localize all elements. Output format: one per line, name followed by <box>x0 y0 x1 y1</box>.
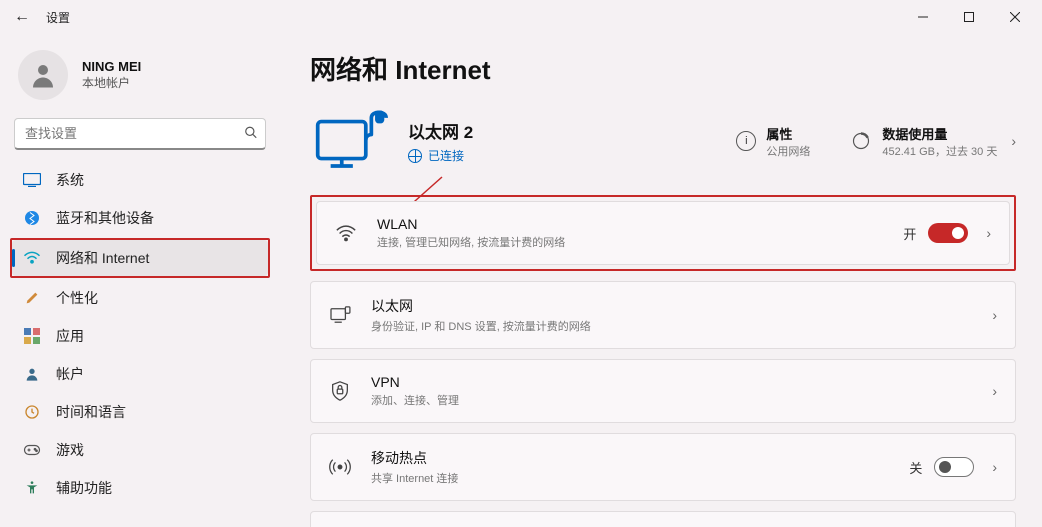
wlan-title: WLAN <box>377 216 565 232</box>
properties-block[interactable]: i 属性 公用网络 <box>736 124 810 159</box>
ethernet-icon <box>329 304 351 326</box>
gaming-icon <box>22 440 42 460</box>
sidebar-item-label: 应用 <box>56 326 84 346</box>
card-hotspot[interactable]: 移动热点 共享 Internet 连接 关 › <box>310 433 1016 501</box>
chevron-right-icon: › <box>1011 133 1016 149</box>
data-usage-icon <box>850 130 872 152</box>
sidebar: NING MEI 本地帐户 系统 蓝牙和其他设备 网络和 Inte <box>0 34 280 527</box>
page-title: 网络和 Internet <box>310 50 1016 87</box>
back-button[interactable]: ← <box>4 0 40 34</box>
sidebar-item-label: 时间和语言 <box>56 402 126 422</box>
brush-icon <box>22 288 42 308</box>
hotspot-toggle[interactable] <box>934 457 974 477</box>
close-button[interactable] <box>992 0 1038 34</box>
sidebar-item-label: 蓝牙和其他设备 <box>56 208 154 228</box>
connection-status: 已连接 <box>408 147 473 164</box>
sidebar-item-label: 系统 <box>56 170 84 190</box>
annotation-highlight-sidebar: 网络和 Internet <box>10 238 270 278</box>
chevron-right-icon: › <box>992 383 997 399</box>
network-illustration-icon <box>310 105 392 177</box>
maximize-button[interactable] <box>946 0 992 34</box>
properties-title: 属性 <box>766 124 810 143</box>
connection-name: 以太网 2 <box>408 118 473 143</box>
chevron-right-icon: › <box>992 459 997 475</box>
globe-icon <box>408 149 422 163</box>
window-title: 设置 <box>46 9 70 26</box>
sidebar-item-label: 帐户 <box>56 364 84 384</box>
vpn-title: VPN <box>371 374 459 390</box>
search-icon <box>244 126 258 143</box>
data-usage-block[interactable]: 数据使用量 452.41 GB，过去 30 天 › <box>850 124 1016 159</box>
user-block[interactable]: NING MEI 本地帐户 <box>12 40 268 118</box>
sidebar-item-gaming[interactable]: 游戏 <box>12 432 268 468</box>
sidebar-item-apps[interactable]: 应用 <box>12 318 268 354</box>
accounts-icon <box>22 364 42 384</box>
wlan-state-label: 开 <box>903 224 916 243</box>
wlan-sub: 连接, 管理已知网络, 按流量计费的网络 <box>377 234 565 250</box>
chevron-right-icon: › <box>992 307 997 323</box>
user-sub: 本地帐户 <box>82 74 141 91</box>
shield-icon <box>329 380 351 402</box>
avatar-icon <box>18 50 68 100</box>
search-input[interactable] <box>14 118 266 150</box>
card-wlan[interactable]: WLAN 连接, 管理已知网络, 按流量计费的网络 开 › <box>316 201 1010 265</box>
hotspot-sub: 共享 Internet 连接 <box>371 470 458 486</box>
annotation-highlight-wlan: WLAN 连接, 管理已知网络, 按流量计费的网络 开 › <box>310 195 1016 271</box>
bluetooth-icon <box>22 208 42 228</box>
sidebar-item-bluetooth[interactable]: 蓝牙和其他设备 <box>12 200 268 236</box>
clock-icon <box>22 402 42 422</box>
apps-icon <box>22 326 42 346</box>
hotspot-state-label: 关 <box>909 458 922 477</box>
hotspot-title: 移动热点 <box>371 448 458 468</box>
data-usage-title: 数据使用量 <box>882 124 997 143</box>
card-airplane[interactable]: 飞行模式 <box>310 511 1016 527</box>
sidebar-item-label: 辅助功能 <box>56 478 112 498</box>
system-icon <box>22 170 42 190</box>
wifi-icon <box>22 248 42 268</box>
data-usage-sub: 452.41 GB，过去 30 天 <box>882 143 997 159</box>
sidebar-item-accounts[interactable]: 帐户 <box>12 356 268 392</box>
wifi-icon <box>335 222 357 244</box>
hotspot-icon <box>329 456 351 478</box>
accessibility-icon <box>22 478 42 498</box>
card-ethernet[interactable]: 以太网 身份验证, IP 和 DNS 设置, 按流量计费的网络 › <box>310 281 1016 349</box>
sidebar-item-accessibility[interactable]: 辅助功能 <box>12 470 268 506</box>
wlan-toggle[interactable] <box>928 223 968 243</box>
chevron-right-icon: › <box>986 225 991 241</box>
sidebar-item-system[interactable]: 系统 <box>12 162 268 198</box>
title-bar: ← 设置 <box>0 0 1042 34</box>
user-name: NING MEI <box>82 59 141 74</box>
card-vpn[interactable]: VPN 添加、连接、管理 › <box>310 359 1016 423</box>
sidebar-item-network[interactable]: 网络和 Internet <box>12 240 268 276</box>
minimize-button[interactable] <box>900 0 946 34</box>
ethernet-title: 以太网 <box>371 296 591 316</box>
sidebar-item-label: 游戏 <box>56 440 84 460</box>
vpn-sub: 添加、连接、管理 <box>371 392 459 408</box>
sidebar-item-personalization[interactable]: 个性化 <box>12 280 268 316</box>
sidebar-item-time-language[interactable]: 时间和语言 <box>12 394 268 430</box>
ethernet-sub: 身份验证, IP 和 DNS 设置, 按流量计费的网络 <box>371 318 591 334</box>
properties-sub: 公用网络 <box>766 143 810 159</box>
main-panel: 网络和 Internet 以太网 2 已连接 i <box>280 34 1042 527</box>
sidebar-item-label: 网络和 Internet <box>56 248 149 268</box>
sidebar-item-label: 个性化 <box>56 288 98 308</box>
info-icon: i <box>736 131 756 151</box>
